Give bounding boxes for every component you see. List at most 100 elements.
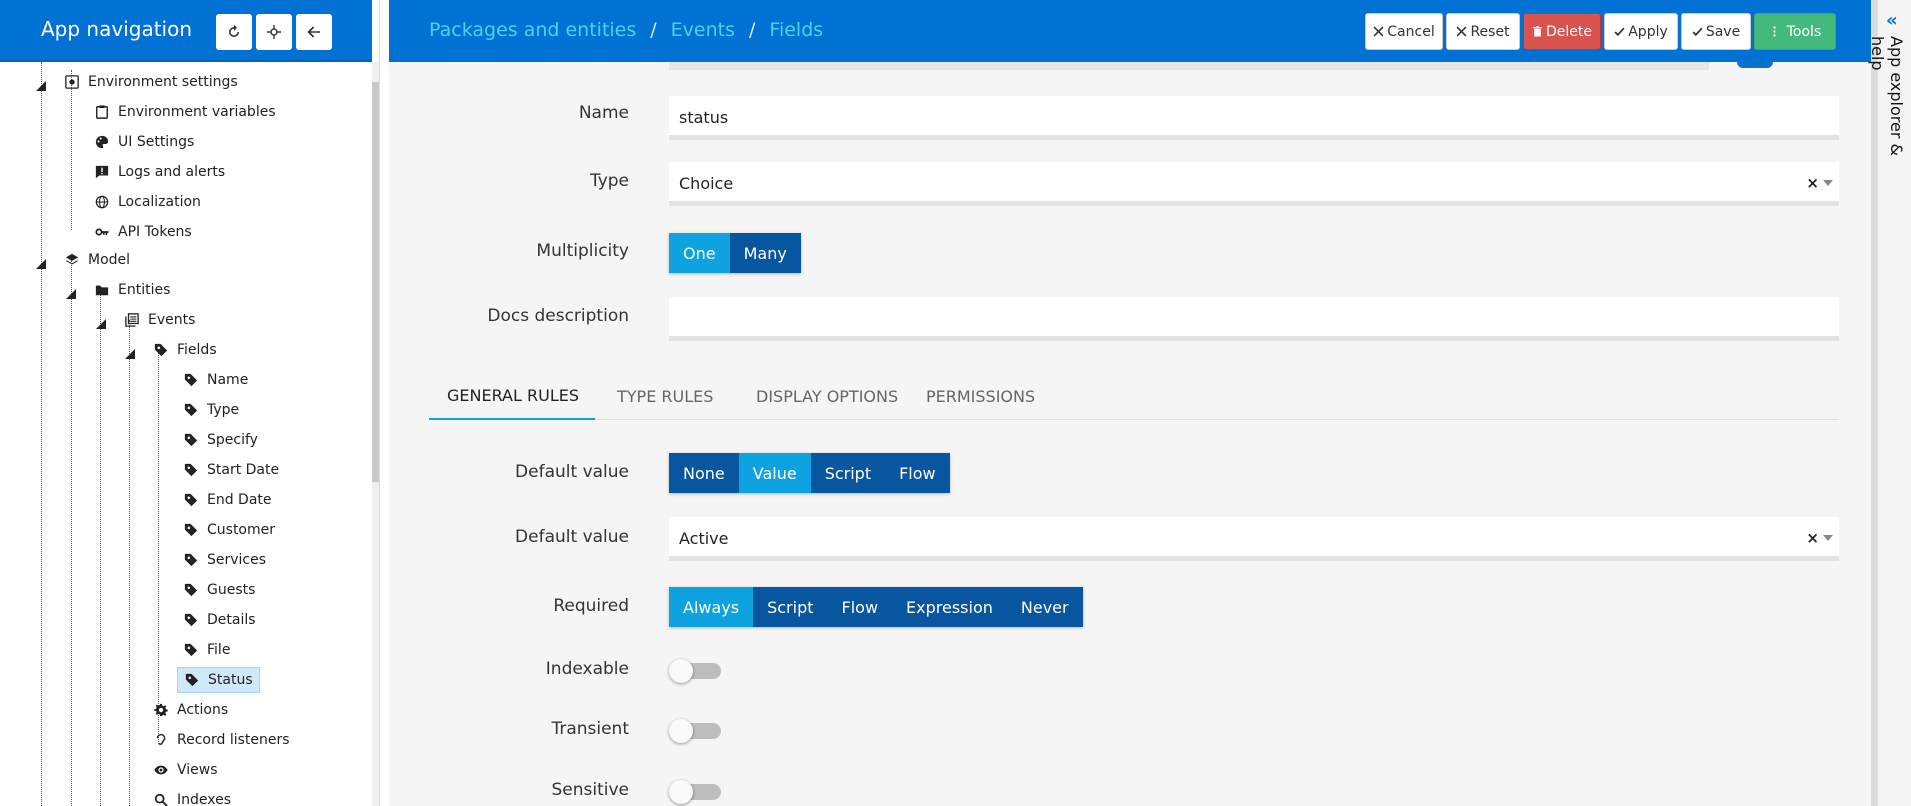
breadcrumb-fields[interactable]: Fields	[769, 19, 823, 41]
field-form: Name status Type Choice × Multiplicity O…	[389, 62, 1877, 806]
nav-scrollbar[interactable]	[372, 62, 379, 806]
tree-item-label: Guests	[207, 582, 256, 598]
tree-item-label: Environment variables	[118, 104, 276, 120]
search-icon	[153, 792, 169, 806]
clear-icon[interactable]: ×	[1806, 174, 1819, 192]
breadcrumb: Packages and entities / Events / Fields	[429, 19, 824, 41]
default-value-label: Default value	[515, 527, 629, 547]
tree-item-field-status[interactable]: Status	[177, 667, 260, 693]
tree-item-label: Localization	[118, 194, 201, 210]
refresh-button[interactable]	[216, 14, 252, 50]
tab-type-rules[interactable]: TYPE RULES	[617, 372, 713, 420]
cut-off-button	[1737, 62, 1773, 68]
tab-permissions[interactable]: PERMISSIONS	[926, 372, 1035, 420]
reset-button[interactable]: Reset	[1446, 13, 1520, 50]
tree-item-field-guests[interactable]: Guests	[183, 577, 255, 603]
required-script[interactable]: Script	[753, 587, 828, 627]
check-icon	[1614, 27, 1625, 37]
default-mode-script[interactable]: Script	[810, 453, 886, 493]
tree-item-environment-settings[interactable]: Environment settings	[64, 69, 238, 95]
tree-item-record-listeners[interactable]: Record listeners	[153, 727, 290, 753]
tree-item-ui-settings[interactable]: UI Settings	[94, 129, 194, 155]
tree-item-label: Events	[148, 312, 196, 328]
app-explorer-label[interactable]: App explorer & help	[1868, 36, 1906, 186]
tag-icon	[183, 552, 199, 568]
required-never[interactable]: Never	[1006, 587, 1083, 627]
clear-icon[interactable]: ×	[1806, 529, 1819, 547]
tree-item-label: Views	[177, 762, 218, 778]
required-label: Required	[553, 596, 629, 616]
tree-item-field-details[interactable]: Details	[183, 607, 256, 633]
default-mode-value[interactable]: Value	[738, 453, 811, 493]
delete-label: Delete	[1546, 23, 1592, 40]
tree-item-field-file[interactable]: File	[183, 637, 230, 663]
apply-button[interactable]: Apply	[1604, 13, 1678, 50]
required-always[interactable]: Always	[669, 587, 754, 627]
transient-switch[interactable]	[669, 719, 721, 743]
chevron-down-icon[interactable]	[1823, 180, 1833, 186]
tag-icon	[183, 582, 199, 598]
collapse-nav-button[interactable]	[296, 14, 332, 50]
type-value: Choice	[679, 174, 734, 193]
close-icon	[1373, 26, 1384, 37]
app-explorer-panel[interactable]: « App explorer & help	[1868, 0, 1911, 806]
eye-icon	[153, 762, 169, 778]
tree-item-actions[interactable]: Actions	[153, 697, 228, 723]
tree-item-localization[interactable]: Localization	[94, 189, 201, 215]
tree-item-label: End Date	[207, 492, 272, 508]
expand-toggle[interactable]	[36, 76, 46, 91]
tree-item-indexes[interactable]: Indexes	[153, 787, 231, 806]
trash-icon	[1533, 26, 1542, 37]
expand-toggle[interactable]	[125, 344, 135, 359]
tab-general-rules[interactable]: GENERAL RULES	[429, 372, 595, 420]
delete-button[interactable]: Delete	[1523, 13, 1601, 50]
clipboard-icon	[94, 104, 110, 120]
tree-item-label: Specify	[207, 432, 258, 448]
default-mode-flow[interactable]: Flow	[885, 453, 950, 493]
required-flow[interactable]: Flow	[827, 587, 893, 627]
multiplicity-one[interactable]: One	[669, 233, 730, 273]
tree-item-model[interactable]: Model	[64, 247, 130, 273]
tree-item-api-tokens[interactable]: API Tokens	[94, 219, 192, 245]
tab-display-options[interactable]: DISPLAY OPTIONS	[756, 372, 898, 420]
tree-item-environment-variables[interactable]: Environment variables	[94, 99, 276, 125]
expand-panel-icon[interactable]: «	[1886, 10, 1898, 31]
tree-item-field-start-date[interactable]: Start Date	[183, 457, 279, 483]
tree-item-events[interactable]: Events	[124, 307, 195, 333]
default-value-select[interactable]: Active ×	[669, 517, 1839, 561]
expand-toggle[interactable]	[66, 284, 76, 299]
tree-item-field-customer[interactable]: Customer	[183, 517, 275, 543]
indexable-label: Indexable	[545, 659, 629, 679]
name-input[interactable]: status	[669, 96, 1839, 140]
transient-label: Transient	[551, 719, 629, 739]
save-button[interactable]: Save	[1681, 13, 1751, 50]
tree-item-label: Services	[207, 552, 267, 568]
locate-button[interactable]	[256, 14, 292, 50]
expand-toggle[interactable]	[96, 314, 106, 329]
breadcrumb-events[interactable]: Events	[671, 19, 735, 41]
breadcrumb-packages[interactable]: Packages and entities	[429, 19, 636, 41]
tree-item-field-name[interactable]: Name	[183, 367, 248, 393]
cancel-button[interactable]: Cancel	[1365, 13, 1443, 50]
multiplicity-many[interactable]: Many	[729, 233, 801, 273]
required-expression[interactable]: Expression	[892, 587, 1007, 627]
tree-item-logs-and-alerts[interactable]: Logs and alerts	[94, 159, 225, 185]
cut-off-field	[669, 62, 1709, 70]
chevron-down-icon[interactable]	[1823, 535, 1833, 541]
required-toggle: Always Script Flow Expression Never	[669, 587, 1083, 627]
tree-item-field-end-date[interactable]: End Date	[183, 487, 272, 513]
tree-item-entities[interactable]: Entities	[94, 277, 170, 303]
tree-item-fields[interactable]: Fields	[153, 337, 217, 363]
tree-item-field-specify[interactable]: Specify	[183, 427, 258, 453]
default-mode-none[interactable]: None	[669, 453, 739, 493]
indexable-switch[interactable]	[669, 659, 721, 683]
sensitive-switch[interactable]	[669, 780, 721, 804]
type-select[interactable]: Choice ×	[669, 162, 1839, 206]
tree-item-views[interactable]: Views	[153, 757, 218, 783]
tools-button[interactable]: Tools	[1754, 13, 1836, 50]
docs-description-input[interactable]	[669, 297, 1839, 341]
expand-toggle[interactable]	[36, 254, 46, 269]
tree-item-label: Actions	[177, 702, 229, 718]
tree-item-field-type[interactable]: Type	[183, 397, 239, 423]
tree-item-field-services[interactable]: Services	[183, 547, 266, 573]
